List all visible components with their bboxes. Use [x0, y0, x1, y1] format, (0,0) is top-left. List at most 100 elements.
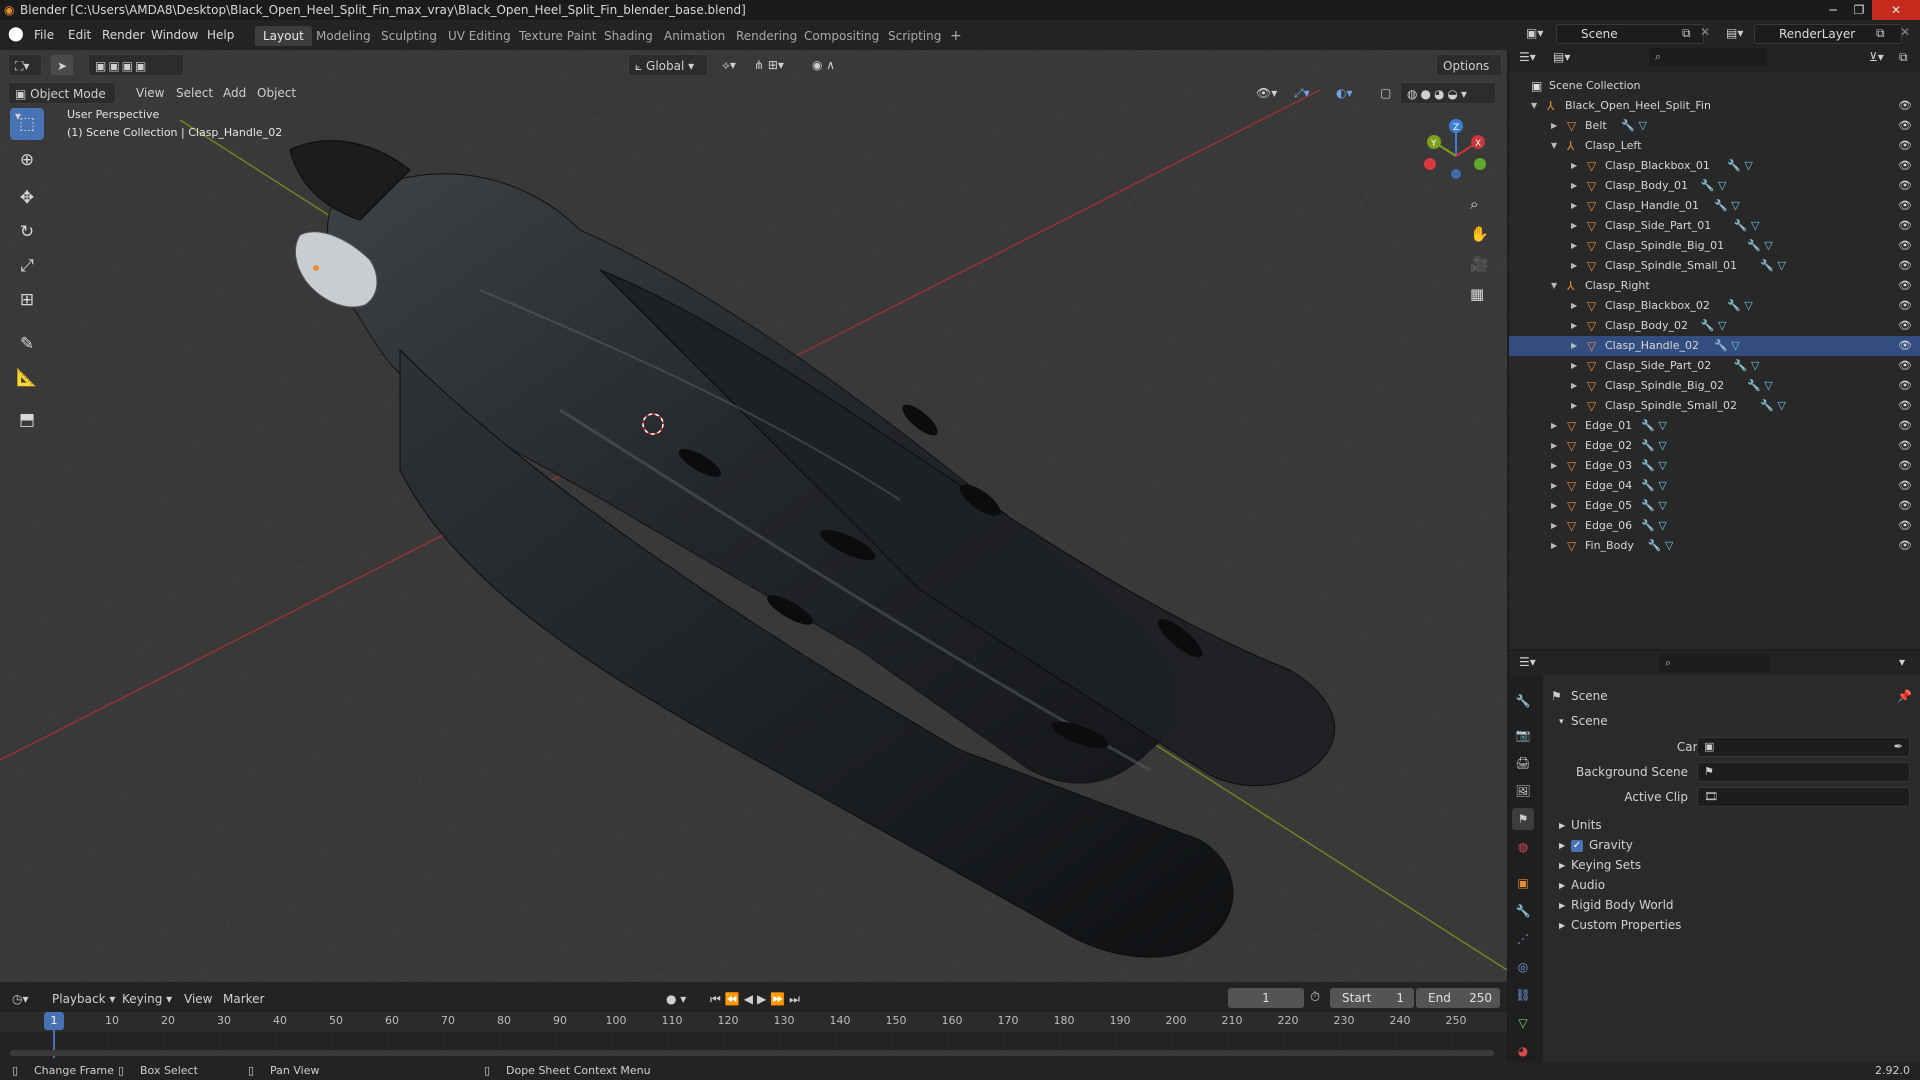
transform-tool-icon[interactable]: ⊞: [10, 284, 44, 316]
timeline-menu-marker[interactable]: Marker: [217, 988, 270, 1010]
ortho-grid-icon[interactable]: ▦: [1470, 285, 1484, 303]
menu-file[interactable]: File: [34, 26, 54, 44]
modifier-data-icon[interactable]: 🔧 ▽: [1701, 176, 1727, 196]
outliner-row[interactable]: ▶ ▽ Clasp_Handle_01 🔧 ▽ 👁: [1509, 196, 1920, 216]
constraint-props-icon[interactable]: ⛓: [1512, 984, 1534, 1006]
visibility-eye-icon[interactable]: 👁: [1898, 456, 1912, 476]
expand-arrow-icon[interactable]: ▶: [1559, 821, 1565, 830]
timeline-menu-keying[interactable]: Keying ▾: [116, 988, 178, 1010]
start-frame-field[interactable]: Start 1: [1330, 988, 1414, 1008]
subpanel-row[interactable]: ▶ Units: [1549, 817, 1909, 837]
outliner-row[interactable]: ▶ ▽ Clasp_Spindle_Big_02 🔧 ▽ 👁: [1509, 376, 1920, 396]
modifier-data-icon[interactable]: 🔧 ▽: [1714, 336, 1740, 356]
object-props-icon[interactable]: ▣: [1512, 872, 1534, 894]
expand-arrow-icon[interactable]: ▶: [1571, 396, 1577, 416]
measure-tool-icon[interactable]: 📐: [10, 362, 44, 394]
visibility-eye-icon[interactable]: 👁: [1898, 496, 1912, 516]
outliner-row[interactable]: ▶ ▽ Clasp_Side_Part_01 🔧 ▽ 👁: [1509, 216, 1920, 236]
world-props-icon[interactable]: ◍: [1512, 836, 1534, 858]
overlay-toggle-icon[interactable]: ◐▾: [1330, 82, 1359, 104]
visibility-eye-icon[interactable]: 👁: [1898, 336, 1912, 356]
visibility-eye-icon[interactable]: 👁: [1898, 176, 1912, 196]
timeline-menu-view[interactable]: View: [178, 988, 218, 1010]
end-frame-field[interactable]: End 250: [1416, 988, 1500, 1008]
expand-arrow-icon[interactable]: ▶: [1559, 901, 1565, 910]
maximize-button[interactable]: ❐: [1846, 0, 1872, 20]
playback-controls-icons[interactable]: ⏮⏪◀▶⏩⏭: [704, 988, 810, 1010]
playhead[interactable]: 1: [44, 1012, 64, 1030]
visibility-eye-icon[interactable]: 👁: [1898, 256, 1912, 276]
properties-options-icon[interactable]: ▾: [1899, 655, 1905, 669]
expand-arrow-icon[interactable]: ▶: [1551, 116, 1557, 136]
visibility-eye-icon[interactable]: 👁: [1898, 436, 1912, 456]
expand-arrow-icon[interactable]: ▶: [1571, 196, 1577, 216]
camera-view-icon[interactable]: 🎥: [1470, 255, 1489, 273]
modifier-data-icon[interactable]: 🔧 ▽: [1641, 516, 1667, 536]
visibility-eye-icon[interactable]: 👁: [1898, 276, 1912, 296]
pin-icon[interactable]: 📌: [1897, 689, 1912, 703]
editor-type-icon[interactable]: ⛶▾: [8, 54, 42, 76]
output-props-icon[interactable]: 🖨: [1512, 752, 1534, 774]
new-scene-icon[interactable]: ⧉: [1682, 26, 1691, 41]
new-view-layer-icon[interactable]: ⧉: [1876, 26, 1885, 41]
outliner-row[interactable]: ▼ ⅄ Clasp_Right 👁: [1509, 276, 1920, 296]
visibility-eye-icon[interactable]: 👁: [1898, 516, 1912, 536]
expand-arrow-icon[interactable]: ▶: [1551, 516, 1557, 536]
expand-arrow-icon[interactable]: ▶: [1571, 336, 1577, 356]
select-mode-icon[interactable]: ➤: [50, 54, 74, 76]
cursor-tool-icon[interactable]: ⊕: [10, 144, 44, 176]
visibility-eye-icon[interactable]: 👁: [1898, 156, 1912, 176]
modifier-data-icon[interactable]: 🔧 ▽: [1641, 476, 1667, 496]
view-layer-props-icon[interactable]: 🖼: [1512, 780, 1534, 802]
subpanel-row[interactable]: ▶ Custom Properties: [1549, 917, 1909, 937]
expand-arrow-icon[interactable]: ▶: [1571, 236, 1577, 256]
display-mode-icon[interactable]: ▤▾: [1553, 50, 1570, 64]
expand-arrow-icon[interactable]: ▶: [1559, 881, 1565, 890]
particle-props-icon[interactable]: ⋰: [1512, 928, 1534, 950]
expand-arrow-icon[interactable]: ▶: [1571, 316, 1577, 336]
new-collection-icon[interactable]: ⧉: [1899, 50, 1908, 65]
timeline-menu-playback[interactable]: Playback ▾: [46, 988, 121, 1010]
outliner-row[interactable]: ▶ ▽ Clasp_Blackbox_01 🔧 ▽ 👁: [1509, 156, 1920, 176]
modifier-data-icon[interactable]: 🔧 ▽: [1648, 536, 1674, 556]
visibility-eye-icon[interactable]: 👁: [1898, 216, 1912, 236]
material-props-icon[interactable]: ◕: [1512, 1040, 1534, 1062]
expand-arrow-icon[interactable]: ▶: [1559, 921, 1565, 930]
tab-compositing[interactable]: Compositing: [796, 26, 887, 46]
modifier-data-icon[interactable]: 🔧 ▽: [1641, 456, 1667, 476]
outliner-row[interactable]: ▶ ▽ Clasp_Handle_02 🔧 ▽ 👁: [1509, 336, 1920, 356]
options-dropdown[interactable]: Options ▾: [1436, 54, 1502, 95]
camera-field[interactable]: ▣ ✒: [1697, 737, 1910, 757]
snap-icon[interactable]: ⋔ ⊞▾: [748, 54, 790, 76]
gizmo-toggle-icon[interactable]: ⤢▾: [1288, 82, 1316, 104]
visibility-eye-icon[interactable]: 👁: [1898, 116, 1912, 136]
outliner-row[interactable]: ▶ ▽ Clasp_Blackbox_02 🔧 ▽ 👁: [1509, 296, 1920, 316]
modifier-data-icon[interactable]: 🔧 ▽: [1747, 376, 1773, 396]
selection-mode-icons[interactable]: ▣▣▣▣: [88, 54, 184, 76]
modifier-data-icon[interactable]: 🔧 ▽: [1734, 216, 1760, 236]
expand-arrow-icon[interactable]: ▶: [1551, 496, 1557, 516]
scale-tool-icon[interactable]: ⤢: [10, 250, 44, 282]
subpanel-row[interactable]: ▶ Rigid Body World: [1549, 897, 1909, 917]
tab-sculpting[interactable]: Sculpting: [373, 26, 445, 46]
visibility-icon[interactable]: 👁▾: [1250, 82, 1283, 104]
outliner-row[interactable]: ▶ ▽ Edge_02 🔧 ▽ 👁: [1509, 436, 1920, 456]
expand-arrow-icon[interactable]: ▶: [1559, 841, 1565, 850]
tab-texture-paint[interactable]: Texture Paint: [511, 26, 604, 46]
modifier-data-icon[interactable]: 🔧 ▽: [1760, 256, 1786, 276]
pivot-icon[interactable]: ⟡▾: [716, 54, 742, 76]
visibility-eye-icon[interactable]: 👁: [1898, 236, 1912, 256]
expand-arrow-icon[interactable]: ▶: [1571, 376, 1577, 396]
filter-icon[interactable]: ⊻▾: [1869, 50, 1884, 64]
outliner-root-row[interactable]: ▣ Scene Collection: [1509, 76, 1920, 96]
viewport-menu-object[interactable]: Object: [251, 82, 302, 104]
menu-edit[interactable]: Edit: [68, 26, 91, 44]
modifier-props-icon[interactable]: 🔧: [1512, 900, 1534, 922]
minimize-button[interactable]: ─: [1820, 0, 1846, 20]
delete-scene-icon[interactable]: ✕: [1700, 25, 1710, 39]
transform-orientation-dropdown[interactable]: ⟀ Global ▾: [628, 54, 708, 76]
outliner-row[interactable]: ▶ ▽ Edge_03 🔧 ▽ 👁: [1509, 456, 1920, 476]
expand-arrow-icon[interactable]: ▶: [1571, 356, 1577, 376]
properties-editor-icon[interactable]: ☰▾: [1519, 655, 1536, 669]
expand-arrow-icon[interactable]: ▶: [1559, 861, 1565, 870]
